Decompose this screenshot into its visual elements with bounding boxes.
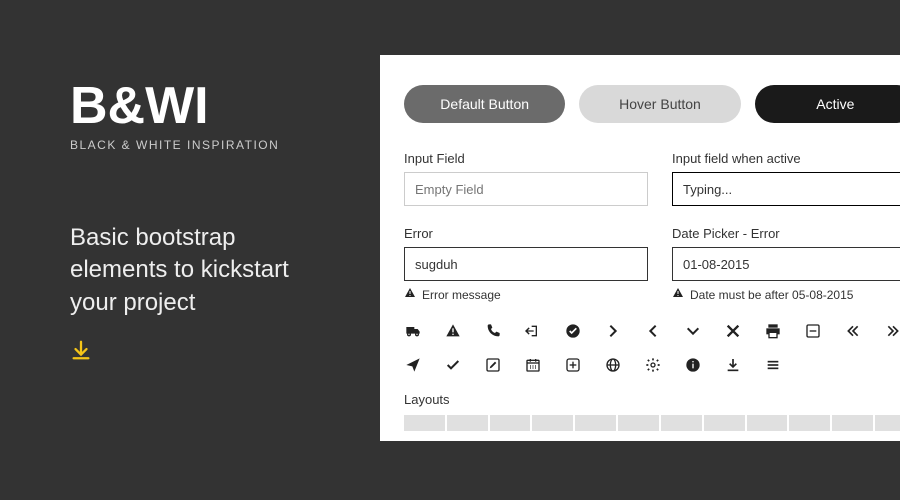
branding-panel: B&WI BLACK & WHITE INSPIRATION Basic boo… [0, 0, 360, 500]
error-field-label: Error [404, 226, 648, 241]
chevron-right-icon [604, 322, 622, 340]
button-row: Default Button Hover Button Active [404, 85, 900, 123]
input-row-2: Error Error message Date Picker - Error … [404, 226, 900, 302]
check-circle-icon [564, 322, 582, 340]
info-icon [684, 356, 702, 374]
download-icon[interactable] [70, 339, 310, 368]
brand-tagline: Basic bootstrap elements to kickstart yo… [70, 222, 310, 319]
warning-icon [404, 287, 416, 302]
date-field-group: Date Picker - Error Date must be after 0… [672, 226, 900, 302]
layout-grid-12 [404, 415, 900, 431]
warning-icon [672, 287, 684, 302]
icon-row-1 [404, 322, 900, 340]
icon-row-2 [404, 356, 900, 374]
layout-col [404, 415, 445, 431]
chevron-down-icon [684, 322, 702, 340]
empty-field-group: Input Field [404, 151, 648, 206]
send-icon [404, 356, 422, 374]
layout-col [575, 415, 616, 431]
layout-col [832, 415, 873, 431]
close-icon [724, 322, 742, 340]
brand-logo: B&WI [70, 80, 310, 132]
layout-col [789, 415, 830, 431]
active-field-label: Input field when active [672, 151, 900, 166]
gear-icon [644, 356, 662, 374]
error-field-group: Error Error message [404, 226, 648, 302]
globe-icon [604, 356, 622, 374]
layout-col [490, 415, 531, 431]
warning-icon [444, 322, 462, 340]
brand-subtitle: BLACK & WHITE INSPIRATION [70, 138, 310, 152]
layouts-label: Layouts [404, 392, 900, 407]
active-field-group: Input field when active [672, 151, 900, 206]
truck-icon [404, 322, 422, 340]
double-chevron-right-icon [884, 322, 900, 340]
signout-icon [524, 322, 542, 340]
plus-square-icon [564, 356, 582, 374]
input-row-1: Input Field Input field when active [404, 151, 900, 206]
date-error-message-text: Date must be after 05-08-2015 [690, 288, 853, 302]
empty-input[interactable] [404, 172, 648, 206]
menu-icon [764, 356, 782, 374]
error-message-text: Error message [422, 288, 501, 302]
check-icon [444, 356, 462, 374]
layout-col [618, 415, 659, 431]
date-error-message: Date must be after 05-08-2015 [672, 287, 900, 302]
layout-col [447, 415, 488, 431]
component-showcase-panel: Default Button Hover Button Active Input… [380, 55, 900, 441]
layout-col [704, 415, 745, 431]
layout-col [747, 415, 788, 431]
default-button[interactable]: Default Button [404, 85, 565, 123]
phone-icon [484, 322, 502, 340]
layout-col [875, 415, 900, 431]
empty-field-label: Input Field [404, 151, 648, 166]
hover-button[interactable]: Hover Button [579, 85, 740, 123]
active-input[interactable] [672, 172, 900, 206]
download-icon [724, 356, 742, 374]
date-field-label: Date Picker - Error [672, 226, 900, 241]
double-chevron-left-icon [844, 322, 862, 340]
active-button[interactable]: Active [755, 85, 900, 123]
layout-col [661, 415, 702, 431]
layout-col [532, 415, 573, 431]
calendar-icon [524, 356, 542, 374]
date-input[interactable] [672, 247, 900, 281]
error-input[interactable] [404, 247, 648, 281]
print-icon [764, 322, 782, 340]
chevron-left-icon [644, 322, 662, 340]
edit-square-icon [484, 356, 502, 374]
error-message: Error message [404, 287, 648, 302]
minus-square-icon [804, 322, 822, 340]
